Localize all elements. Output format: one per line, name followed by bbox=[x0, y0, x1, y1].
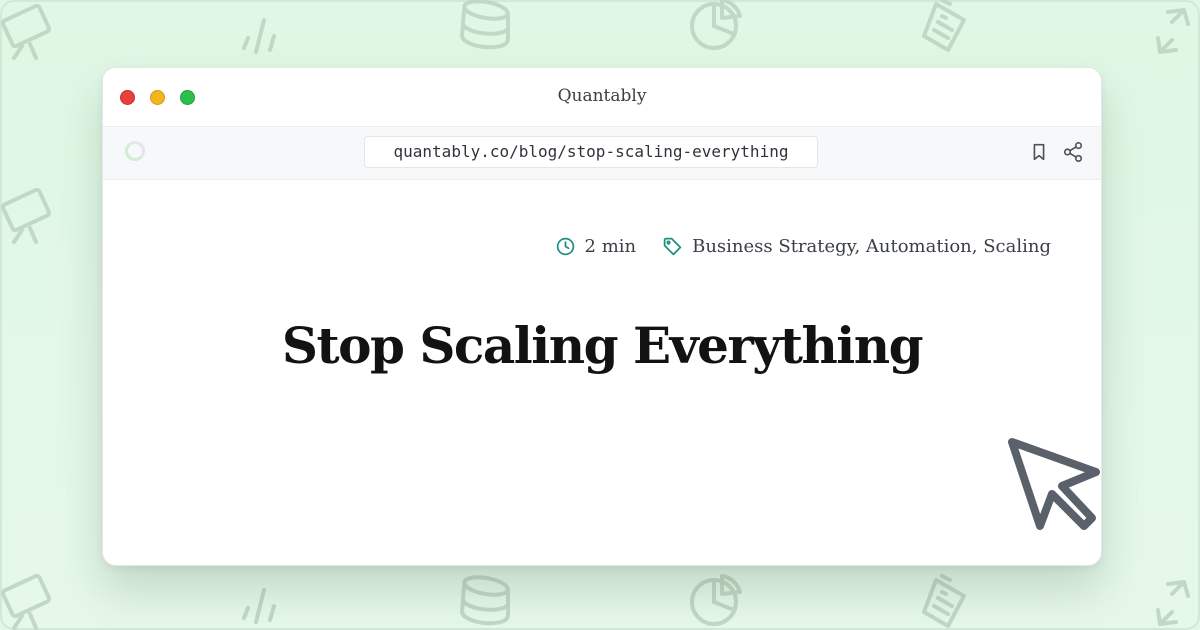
bar-chart-icon bbox=[230, 6, 290, 66]
tag-icon bbox=[662, 236, 683, 257]
bookmark-icon[interactable] bbox=[1028, 141, 1050, 163]
database-icon bbox=[456, 0, 516, 56]
document-icon bbox=[916, 572, 976, 630]
share-icon[interactable] bbox=[1062, 141, 1084, 163]
read-time: 2 min bbox=[584, 236, 637, 257]
bar-chart-icon bbox=[230, 576, 290, 630]
post-meta: 2 min Business Strategy, Automation, Sca… bbox=[555, 236, 1051, 257]
cursor-icon bbox=[1004, 434, 1102, 532]
clock-icon bbox=[555, 236, 576, 257]
expand-icon bbox=[1146, 574, 1200, 630]
window-title: Quantably bbox=[557, 86, 647, 106]
post-tags: Business Strategy, Automation, Scaling bbox=[692, 236, 1051, 257]
browser-window: Quantably quantably.co/blog/stop-scaling… bbox=[102, 67, 1102, 566]
presentation-icon bbox=[0, 186, 60, 246]
document-icon bbox=[916, 0, 976, 56]
presentation-icon bbox=[0, 572, 60, 630]
expand-icon bbox=[1146, 2, 1200, 62]
browser-toolbar: quantably.co/blog/stop-scaling-everythin… bbox=[103, 126, 1101, 180]
pie-chart-icon bbox=[686, 0, 746, 54]
page-content: 2 min Business Strategy, Automation, Sca… bbox=[103, 180, 1101, 565]
address-bar[interactable]: quantably.co/blog/stop-scaling-everythin… bbox=[364, 136, 818, 168]
title-bar: Quantably bbox=[103, 68, 1101, 126]
presentation-icon bbox=[0, 2, 60, 62]
loading-icon bbox=[125, 141, 145, 161]
database-icon bbox=[456, 572, 516, 630]
post-title: Stop Scaling Everything bbox=[281, 316, 924, 375]
pie-chart-icon bbox=[686, 570, 746, 630]
